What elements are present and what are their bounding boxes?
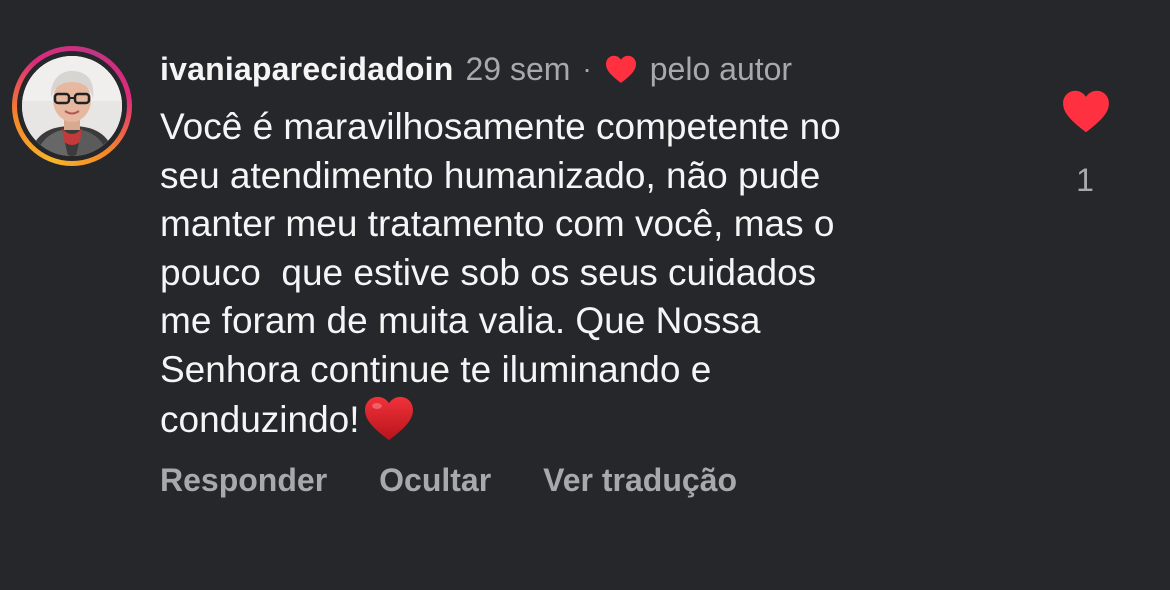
comment-text-line: Senhora continue te iluminando e — [160, 348, 712, 390]
comment-text-last-line: conduzindo! — [160, 394, 990, 445]
see-translation-button[interactable]: Ver tradução — [543, 462, 737, 499]
like-heart-icon[interactable] — [1061, 88, 1111, 134]
heart-icon — [605, 55, 636, 83]
comment-text-line: manter meu tratamento com você, mas o — [160, 203, 835, 244]
comment-text-line: me foram de muita valia. Que Nossa — [160, 300, 761, 341]
avatar[interactable] — [22, 56, 122, 156]
reply-button[interactable]: Responder — [160, 462, 327, 499]
liked-by-author-label: pelo autor — [649, 50, 793, 87]
comment-text-line: conduzindo! — [160, 399, 360, 440]
hide-button[interactable]: Ocultar — [379, 462, 491, 499]
comment-text-line: seu atendimento humanizado, não pude — [160, 154, 821, 196]
avatar-photo — [22, 56, 122, 156]
comment-header: ivaniaparecidadoin 29 sem · pelo autor — [160, 47, 792, 91]
avatar-story-ring[interactable] — [12, 46, 132, 166]
comment-time: 29 sem — [465, 50, 571, 87]
username-link[interactable]: ivaniaparecidadoin — [160, 51, 453, 88]
comment-item: ivaniaparecidadoin 29 sem · pelo autor V… — [0, 0, 1170, 590]
comment-text: Você é maravilhosamente competente no se… — [160, 103, 990, 445]
avatar-ring-gap — [17, 51, 127, 161]
comment-text-line: Você é maravilhosamente competente no — [160, 106, 841, 147]
meta-separator: · — [582, 53, 592, 84]
comment-text-line: pouco que estive sob os seus cuidados — [160, 251, 817, 293]
like-count[interactable]: 1 — [1060, 162, 1110, 199]
comment-actions: Responder Ocultar Ver tradução — [160, 462, 737, 499]
red-heart-emoji-icon — [364, 396, 413, 441]
